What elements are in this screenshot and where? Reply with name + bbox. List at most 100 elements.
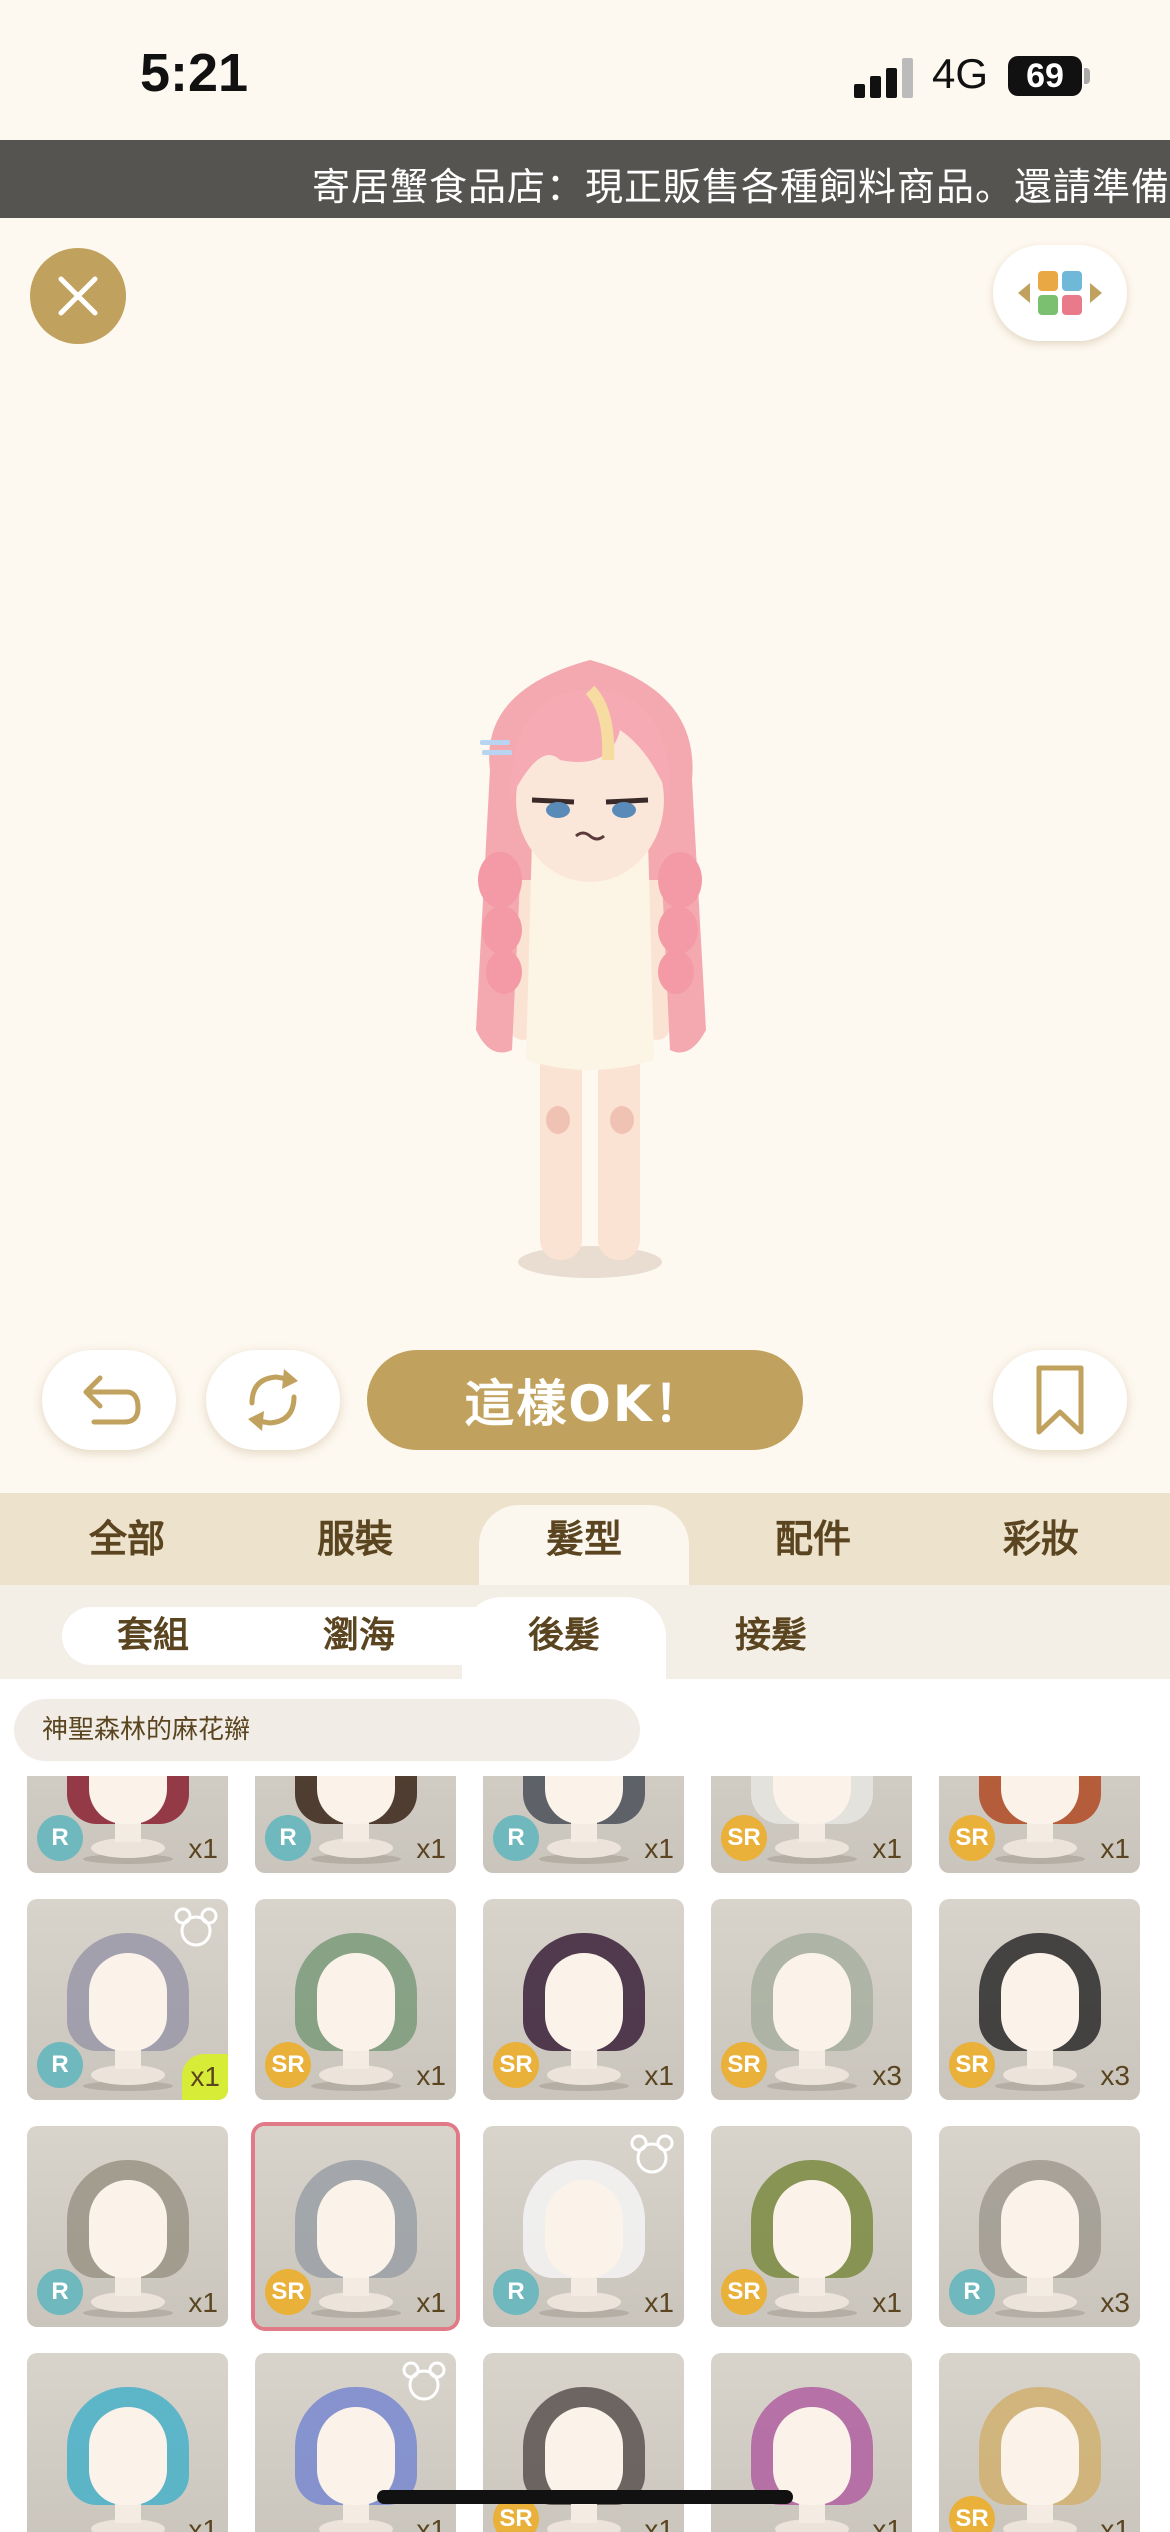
hair-item[interactable]: SR x1 [255,2126,456,2327]
status-bar: 5:21 4G 69 [0,0,1170,140]
home-indicator[interactable] [377,2490,793,2504]
item-count: x1 [644,2287,674,2318]
mannequin-head [545,2180,623,2278]
selected-item-name: 神聖森林的麻花辮 [14,1699,640,1761]
refresh-icon [248,1369,298,1431]
item-count: x1 [1100,2514,1130,2532]
mannequin-head [545,1953,623,2051]
close-button[interactable] [30,248,126,344]
tab-clothing[interactable]: 服裝 [250,1493,460,1585]
hair-item[interactable]: SR x1 [711,2126,912,2327]
item-count: x1 [872,2514,902,2532]
item-count: x1 [644,2514,674,2532]
confirm-button[interactable]: 這樣OK！ [367,1350,803,1450]
hair-item[interactable]: Rx1 [27,1776,228,1873]
character-preview[interactable] [440,650,740,1290]
sub-tabs: 套組 瀏海 後髮 接髮 [0,1585,1170,1679]
signal-icon [854,58,916,98]
hair-item[interactable]: SR x1 [939,1776,1140,1873]
item-count: x3 [1100,2060,1130,2091]
mannequin-head [1001,2180,1079,2278]
rarity-badge: SR [721,2269,767,2315]
rarity-badge: SR [265,2042,311,2088]
hair-item[interactable]: Rx1 [255,1776,456,1873]
hair-item[interactable]: SR x1 [483,2353,684,2532]
item-grid: Rx1 Rx1 Rx1 SR x1 SR x1 Rx1 SR x1 SR x1 SR x3 SR x3 Rx1 S… [0,1776,1170,2532]
mannequin-head [317,2180,395,2278]
rarity-badge: SR [265,2269,311,2315]
undo-button[interactable] [42,1350,176,1450]
announcement-ticker: 寄居蟹食品店：現正販售各種飼料商品。還請準備好 [0,140,1170,218]
bookmark-icon [1036,1365,1084,1435]
hair-item[interactable]: x1 [27,2353,228,2532]
rarity-badge: SR [949,1815,995,1861]
rarity-badge: SR [949,2042,995,2088]
hair-item[interactable]: SR x3 [711,1899,912,2100]
subtab-back-hair[interactable]: 後髮 [462,1597,666,1679]
item-count: x1 [644,2060,674,2091]
ticker-text: 寄居蟹食品店：現正販售各種飼料商品。還請準備好 [312,165,1170,209]
mannequin-head [317,1953,395,2051]
hair-item[interactable]: Rx1 [27,1899,228,2100]
item-count: x1 [416,2514,446,2532]
subtab-set[interactable]: 套組 [68,1607,238,1665]
mannequin-head [89,1953,167,2051]
hair-item[interactable]: Rx3 [939,2126,1140,2327]
close-icon [58,276,98,316]
item-count: x1 [182,2054,228,2100]
mannequin-head [89,2407,167,2505]
item-count: x1 [188,2287,218,2318]
item-count: x3 [872,2060,902,2091]
battery-icon: 69 [1008,56,1082,96]
mannequin-head [1001,2407,1079,2505]
mannequin-head [773,2180,851,2278]
item-count: x1 [416,1833,446,1864]
rarity-badge: SR [721,2042,767,2088]
tab-accessories[interactable]: 配件 [708,1493,918,1585]
item-count: x1 [188,2514,218,2532]
mannequin-head [773,1953,851,2051]
rarity-badge: R [493,1815,539,1861]
rarity-badge: SR [493,2042,539,2088]
hair-item[interactable]: SR x1 [939,2353,1140,2532]
item-count: x1 [188,1833,218,1864]
hair-item[interactable]: Rx1 [27,2126,228,2327]
rarity-badge: SR [721,1815,767,1861]
palette-button[interactable] [993,245,1127,341]
category-tabs: 全部 服裝 髮型 配件 彩妝 [0,1493,1170,1585]
hair-item[interactable]: Rx1 [483,2126,684,2327]
status-time: 5:21 [140,43,249,103]
rarity-badge: R [37,2269,83,2315]
item-count: x1 [416,2287,446,2318]
rarity-badge: R [37,1815,83,1861]
item-count: x1 [416,2060,446,2091]
subtab-bangs[interactable]: 瀏海 [274,1607,444,1665]
rarity-badge: R [949,2269,995,2315]
item-count: x1 [644,1833,674,1864]
hair-item[interactable]: x1 [711,2353,912,2532]
refresh-button[interactable] [206,1350,340,1450]
rarity-badge: R [493,2269,539,2315]
bookmark-button[interactable] [993,1350,1127,1450]
tab-all[interactable]: 全部 [22,1493,232,1585]
subtab-extensions[interactable]: 接髮 [686,1607,856,1665]
network-label: 4G [932,50,989,97]
items-panel: 神聖森林的麻花辮 Rx1 Rx1 Rx1 SR x1 SR x1 Rx1 SR x1 SR x1 SR x… [0,1679,1170,2532]
item-count: x1 [872,2287,902,2318]
hair-item[interactable]: SR x1 [255,1899,456,2100]
hair-item[interactable]: SR x3 [939,1899,1140,2100]
hair-item[interactable]: SR x1 [711,1776,912,1873]
avatar-illustration [476,660,706,1278]
item-count: x1 [872,1833,902,1864]
mannequin-head [89,2180,167,2278]
bear-badge-icon [402,2361,446,2401]
item-count: x3 [1100,2287,1130,2318]
item-count: x1 [1100,1833,1130,1864]
mannequin-head [1001,1953,1079,2051]
hair-item[interactable]: Rx1 [483,1776,684,1873]
hair-item[interactable]: SR x1 [483,1899,684,2100]
tab-hairstyle[interactable]: 髮型 [479,1505,689,1585]
tab-makeup[interactable]: 彩妝 [936,1493,1146,1585]
bear-badge-icon [174,1907,218,1947]
hair-item[interactable]: x1 [255,2353,456,2532]
